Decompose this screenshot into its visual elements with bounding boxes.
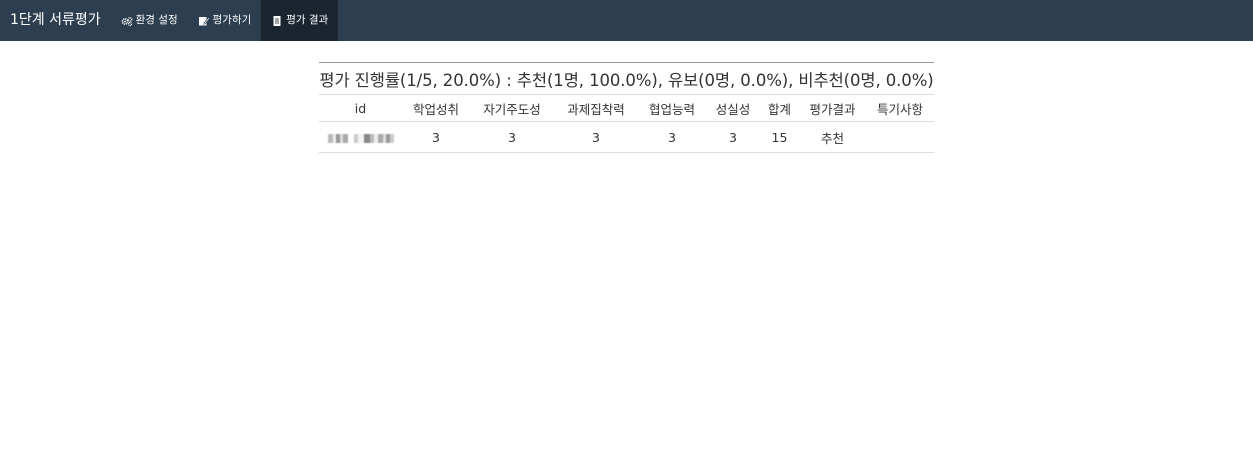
gears-icon bbox=[121, 16, 133, 26]
nav-item-settings-label: 환경 설정 bbox=[135, 14, 178, 26]
nav-item-results[interactable]: 평가 결과 bbox=[261, 0, 339, 41]
header-result: 평가결과 bbox=[799, 95, 866, 122]
nav-item-evaluate[interactable]: 평가하기 bbox=[188, 0, 262, 41]
document-icon bbox=[273, 15, 281, 26]
cell-score: 3 bbox=[638, 121, 706, 153]
header-total: 합계 bbox=[760, 95, 799, 122]
header-academic-achievement: 학업성취 bbox=[402, 95, 470, 122]
cell-notes bbox=[866, 121, 934, 153]
header-collaboration: 협업능력 bbox=[638, 95, 706, 122]
cell-result: 추천 bbox=[799, 121, 866, 153]
top-navbar: 1단계 서류평가 환경 설정 평가하기 평가 결과 bbox=[0, 0, 1253, 41]
table-header-row: id 학업성취 자기주도성 과제집착력 협업능력 성실성 합계 평가결과 특기사… bbox=[319, 95, 934, 122]
header-notes: 특기사항 bbox=[866, 95, 934, 122]
progress-caption: 평가 진행률(1/5, 20.0%) : 추천(1명, 100.0%), 유보(… bbox=[319, 62, 934, 95]
results-panel: 평가 진행률(1/5, 20.0%) : 추천(1명, 100.0%), 유보(… bbox=[319, 62, 934, 153]
edit-icon bbox=[198, 16, 210, 25]
cell-score: 3 bbox=[402, 121, 470, 153]
nav-item-settings[interactable]: 환경 설정 bbox=[111, 0, 188, 41]
cell-score: 3 bbox=[554, 121, 638, 153]
table-row: 3 3 3 3 3 15 추천 bbox=[319, 121, 934, 153]
cell-score: 3 bbox=[470, 121, 554, 153]
cell-id bbox=[319, 121, 402, 153]
header-id: id bbox=[319, 95, 402, 122]
header-sincerity: 성실성 bbox=[706, 95, 760, 122]
redacted-id bbox=[327, 133, 394, 143]
cell-total: 15 bbox=[760, 121, 799, 153]
nav-item-evaluate-label: 평가하기 bbox=[212, 14, 252, 26]
header-self-direction: 자기주도성 bbox=[470, 95, 554, 122]
cell-score: 3 bbox=[706, 121, 760, 153]
navbar-brand[interactable]: 1단계 서류평가 bbox=[0, 0, 111, 41]
results-table: 평가 진행률(1/5, 20.0%) : 추천(1명, 100.0%), 유보(… bbox=[319, 62, 934, 153]
header-task-commitment: 과제집착력 bbox=[554, 95, 638, 122]
nav-item-results-label: 평가 결과 bbox=[286, 14, 329, 26]
